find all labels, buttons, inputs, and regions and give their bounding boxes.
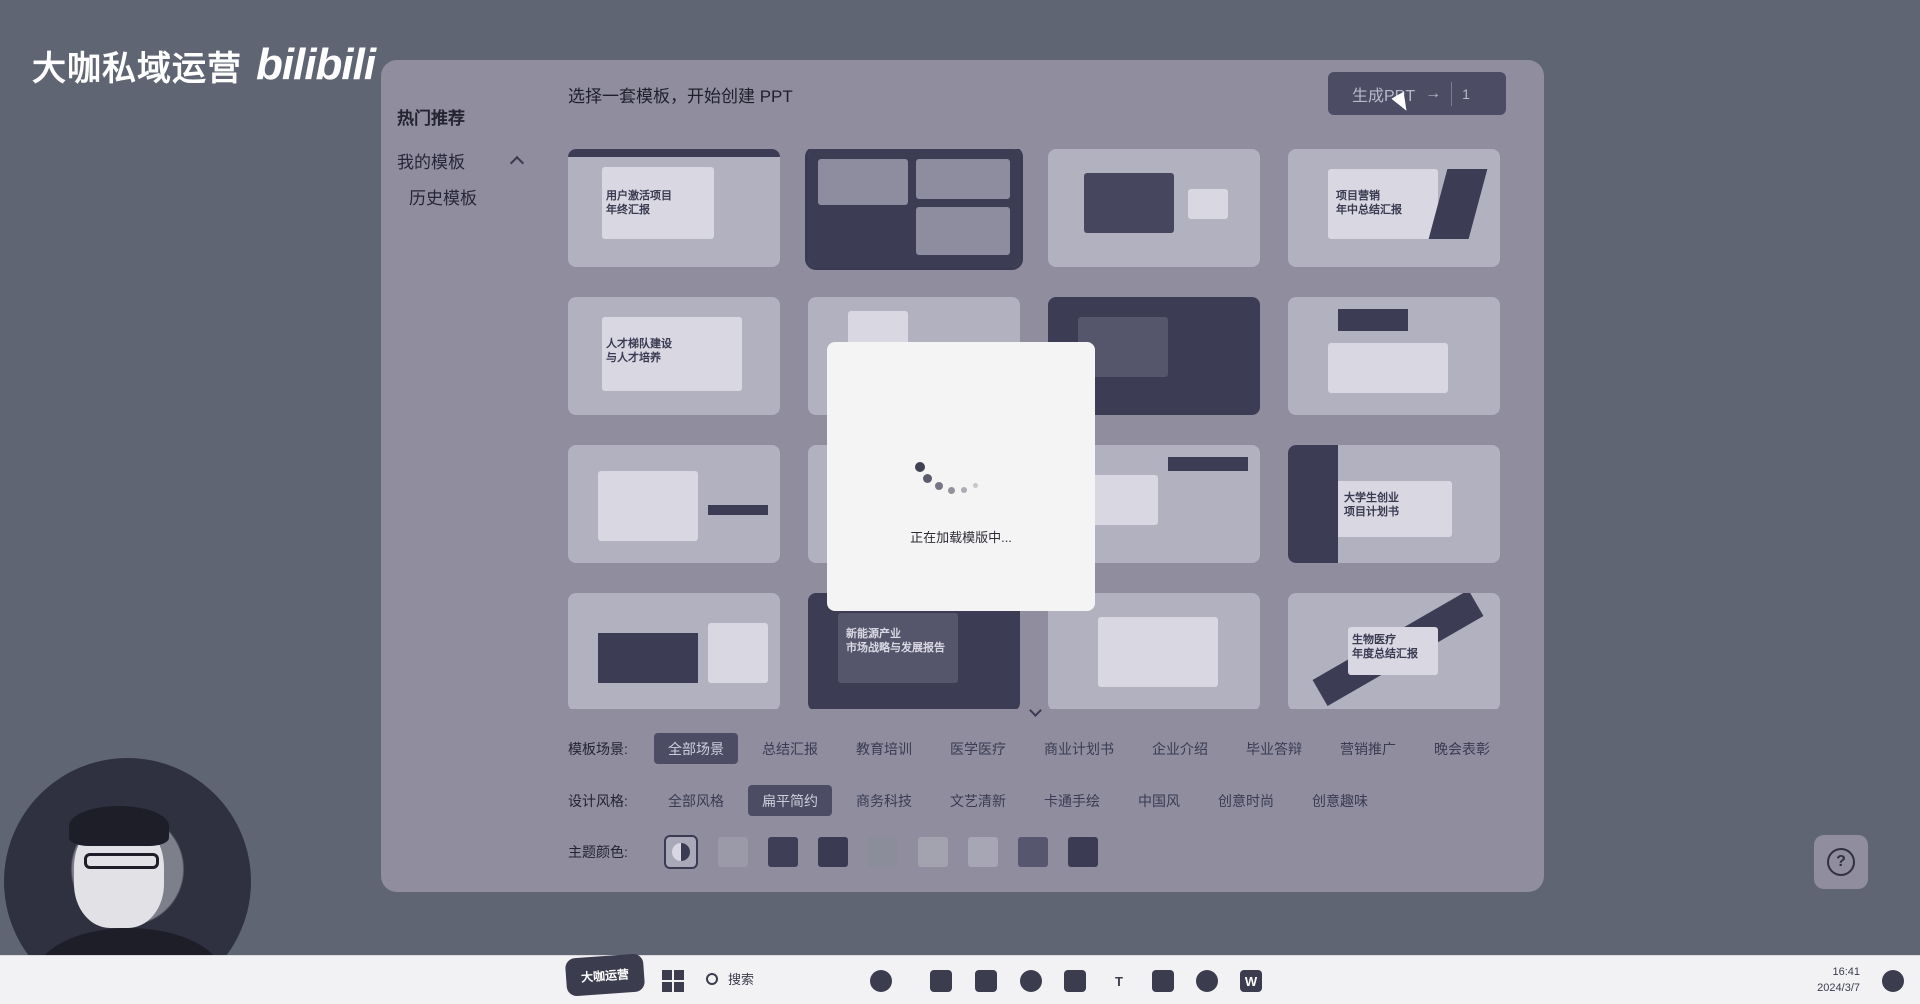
- style-chip[interactable]: 中国风: [1124, 785, 1194, 816]
- style-filter-row: 设计风格: 全部风格 扁平简约 商务科技 文艺清新 卡通手绘 中国风 创意时尚 …: [568, 785, 1382, 816]
- color-filter-row: 主题颜色:: [568, 835, 1098, 869]
- template-caption: 项目营销 年中总结汇报: [1336, 190, 1402, 216]
- template-card[interactable]: 人才梯队建设 与人才培养: [568, 297, 780, 415]
- question-icon: ?: [1827, 848, 1855, 876]
- taskbar-search[interactable]: 搜索: [706, 969, 754, 988]
- channel-sticker: 大咖运营: [564, 953, 646, 997]
- page-title: 选择一套模板，开始创建 PPT: [568, 87, 793, 106]
- bilibili-logo: bilibili: [256, 40, 376, 89]
- scene-chip[interactable]: 教育培训: [842, 733, 926, 764]
- color-swatch[interactable]: [768, 837, 798, 867]
- channel-watermark: 大咖私域运营 bilibili: [32, 40, 376, 90]
- template-caption: 大学生创业 项目计划书: [1344, 492, 1399, 518]
- edge-browser-icon[interactable]: [1020, 970, 1042, 992]
- task-view-icon[interactable]: [930, 970, 952, 992]
- color-swatch[interactable]: [868, 837, 898, 867]
- template-caption: 新能源产业 市场战略与发展报告: [846, 628, 945, 654]
- sidebar-item-my-templates[interactable]: 我的模板: [397, 136, 525, 184]
- color-swatch[interactable]: [1018, 837, 1048, 867]
- loading-message: 正在加载模版中...: [910, 530, 1012, 545]
- color-swatch[interactable]: [1068, 837, 1098, 867]
- color-swatch[interactable]: [968, 837, 998, 867]
- browser-icon[interactable]: [1196, 970, 1218, 992]
- generate-ppt-button[interactable]: 生成PPT → 1: [1328, 72, 1506, 115]
- scene-chip-all[interactable]: 全部场景: [654, 733, 738, 764]
- arrow-right-icon: →: [1425, 84, 1442, 102]
- scene-chip[interactable]: 总结汇报: [748, 733, 832, 764]
- template-caption: 生物医疗 年度总结汇报: [1352, 634, 1418, 660]
- clock-time: 16:41: [1832, 966, 1860, 978]
- style-chip[interactable]: 创意趣味: [1298, 785, 1382, 816]
- template-card[interactable]: [1288, 297, 1500, 415]
- taskbar-search-label: 搜索: [728, 972, 755, 987]
- system-clock[interactable]: 16:41 2024/3/7: [1800, 964, 1860, 996]
- template-card[interactable]: [568, 445, 780, 563]
- color-swatch[interactable]: [818, 837, 848, 867]
- store-icon[interactable]: [1064, 970, 1086, 992]
- chevron-up-icon[interactable]: [509, 155, 525, 171]
- sidebar: 热门推荐 我的模板 历史模板: [397, 104, 525, 224]
- color-swatch-all[interactable]: [664, 835, 698, 869]
- style-chip[interactable]: 卡通手绘: [1030, 785, 1114, 816]
- template-card[interactable]: 生物医疗 年度总结汇报: [1288, 593, 1500, 709]
- divider: [1451, 81, 1453, 106]
- notes-icon[interactable]: [1152, 970, 1174, 992]
- search-icon: [706, 972, 718, 985]
- scene-filter-label: 模板场景:: [568, 740, 628, 757]
- palette-icon: [672, 843, 690, 861]
- wps-icon[interactable]: W: [1240, 970, 1262, 992]
- watermark-channel-name: 大咖私域运营: [32, 49, 242, 88]
- scene-filter-row: 模板场景: 全部场景 总结汇报 教育培训 医学医疗 商业计划书 企业介绍 毕业答…: [568, 733, 1504, 764]
- scene-chip[interactable]: 医学医疗: [936, 733, 1020, 764]
- template-card[interactable]: [568, 593, 780, 709]
- loading-spinner-icon: [915, 462, 995, 502]
- sidebar-header-hot[interactable]: 热门推荐: [397, 104, 522, 136]
- template-caption: 用户激活项目 年终汇报: [606, 190, 672, 216]
- template-card[interactable]: 项目营销 年中总结汇报: [1288, 149, 1500, 267]
- clock-date: 2024/3/7: [1817, 982, 1860, 994]
- generate-count: 1: [1462, 85, 1470, 102]
- windows-start-icon[interactable]: [662, 970, 684, 992]
- sidebar-item-history-templates[interactable]: 历史模板: [397, 184, 522, 224]
- scene-chip[interactable]: 营销推广: [1326, 733, 1410, 764]
- color-swatch[interactable]: [918, 837, 948, 867]
- color-filter-label: 主题颜色:: [568, 844, 628, 860]
- template-card[interactable]: 用户激活项目 年终汇报: [568, 149, 780, 267]
- style-chip[interactable]: 商务科技: [842, 785, 926, 816]
- color-swatch[interactable]: [718, 837, 748, 867]
- notification-icon[interactable]: [1882, 970, 1904, 992]
- scene-chip[interactable]: 商业计划书: [1030, 733, 1128, 764]
- template-caption: 人才梯队建设 与人才培养: [606, 338, 672, 364]
- scene-chip[interactable]: 晚会表彰: [1420, 733, 1504, 764]
- style-chip[interactable]: 文艺清新: [936, 785, 1020, 816]
- file-explorer-icon[interactable]: [975, 970, 997, 992]
- template-card-selected[interactable]: [805, 149, 1023, 270]
- taskbar: 大咖运营 搜索 T W 16:41 2024/3/7: [0, 953, 1920, 1004]
- scene-chip[interactable]: 毕业答辩: [1232, 733, 1316, 764]
- template-card[interactable]: [1048, 149, 1260, 267]
- style-chip-all[interactable]: 全部风格: [654, 785, 738, 816]
- style-chip[interactable]: 创意时尚: [1204, 785, 1288, 816]
- style-filter-label: 设计风格:: [568, 792, 628, 809]
- help-button[interactable]: ?: [1814, 835, 1868, 889]
- loading-modal: 正在加载模版中...: [827, 342, 1095, 611]
- sidebar-item-label: 我的模板: [397, 152, 465, 172]
- style-chip-flat[interactable]: 扁平简约: [748, 785, 832, 816]
- typora-icon[interactable]: T: [1108, 970, 1130, 992]
- widgets-icon[interactable]: [870, 970, 892, 992]
- template-card[interactable]: 大学生创业 项目计划书: [1288, 445, 1500, 563]
- scene-chip[interactable]: 企业介绍: [1138, 733, 1222, 764]
